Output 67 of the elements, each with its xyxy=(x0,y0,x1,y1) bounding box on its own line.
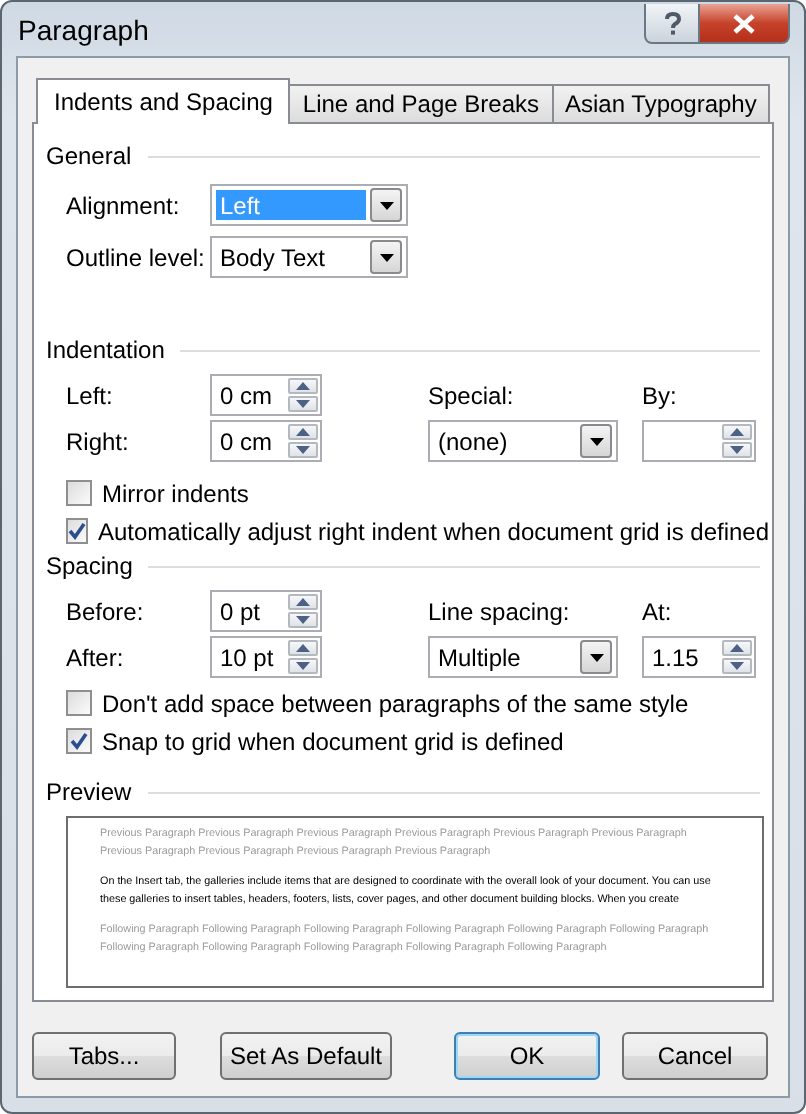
down-arrow-icon xyxy=(730,446,744,454)
down-arrow-icon xyxy=(296,446,310,454)
field-label: Before: xyxy=(66,597,146,625)
dialog-button[interactable]: OK xyxy=(454,1032,600,1080)
spin-up-button[interactable] xyxy=(288,640,318,656)
down-arrow-icon xyxy=(296,400,310,408)
window-title: Paragraph xyxy=(16,13,149,45)
tab[interactable]: Asian Typography xyxy=(551,84,771,122)
spin-field[interactable]: 0 cm xyxy=(210,420,322,462)
up-arrow-icon xyxy=(296,598,310,606)
up-arrow-icon xyxy=(730,428,744,436)
spin-down-button[interactable] xyxy=(722,442,752,458)
field-label: By: xyxy=(642,381,679,409)
checkbox[interactable] xyxy=(66,480,92,506)
close-icon xyxy=(732,13,756,33)
spin-up-button[interactable] xyxy=(288,378,318,394)
spin-field[interactable]: 10 pt xyxy=(210,636,322,678)
section-heading: Spacing xyxy=(46,552,133,580)
up-arrow-icon xyxy=(730,644,744,652)
spin-down-button[interactable] xyxy=(722,658,752,674)
dropdown-field[interactable]: (none) xyxy=(428,420,618,462)
spin-up-button[interactable] xyxy=(288,594,318,610)
help-icon xyxy=(663,11,681,35)
spin-down-button[interactable] xyxy=(288,442,318,458)
spin-up-button[interactable] xyxy=(722,424,752,440)
checkbox-label[interactable]: Automatically adjust right indent when document grid is defined xyxy=(98,517,770,545)
field-label: Left: xyxy=(66,381,115,409)
field-label: Alignment: xyxy=(66,191,182,219)
tab[interactable]: Indents and Spacing xyxy=(36,78,291,124)
checkbox[interactable] xyxy=(66,518,88,544)
spin-up-button[interactable] xyxy=(288,424,318,440)
field-label: Special: xyxy=(428,381,516,409)
checkbox-label[interactable]: Mirror indents xyxy=(102,479,249,507)
checkbox[interactable] xyxy=(66,690,92,716)
field-label: After: xyxy=(66,643,126,671)
dialog-button[interactable]: Cancel xyxy=(622,1032,768,1080)
checkbox[interactable] xyxy=(66,728,92,754)
field-label: Right: xyxy=(66,427,131,455)
down-arrow-icon xyxy=(296,662,310,670)
dropdown-field[interactable]: Body Text xyxy=(210,236,408,278)
dropdown-field[interactable]: Multiple xyxy=(428,636,618,678)
section-heading: General xyxy=(46,142,132,170)
spin-field[interactable] xyxy=(642,420,756,462)
spin-up-button[interactable] xyxy=(722,640,752,656)
dialog-button[interactable]: Set As Default xyxy=(220,1032,392,1080)
up-arrow-icon xyxy=(296,382,310,390)
spin-down-button[interactable] xyxy=(288,612,318,628)
dialog-button[interactable]: Tabs... xyxy=(32,1032,176,1080)
up-arrow-icon xyxy=(296,644,310,652)
spin-field[interactable]: 0 cm xyxy=(210,374,322,416)
down-arrow-icon xyxy=(730,662,744,670)
section-heading: Indentation xyxy=(46,336,165,364)
spin-field[interactable]: 0 pt xyxy=(210,590,322,632)
checkbox-label[interactable]: Snap to grid when document grid is defined xyxy=(102,727,564,755)
checkbox-label[interactable]: Don't add space between paragraphs of the same style xyxy=(102,689,689,717)
section-heading: Preview xyxy=(46,778,132,806)
spin-down-button[interactable] xyxy=(288,658,318,674)
down-arrow-icon xyxy=(296,616,310,624)
close-button[interactable] xyxy=(700,4,790,44)
spin-down-button[interactable] xyxy=(288,396,318,412)
tab[interactable]: Line and Page Breaks xyxy=(288,84,554,122)
spin-field[interactable]: 1.15 xyxy=(642,636,756,678)
field-label: At: xyxy=(642,597,674,625)
field-label: Line spacing: xyxy=(428,597,572,625)
field-label: Outline level: xyxy=(66,243,207,271)
help-button[interactable] xyxy=(644,4,700,44)
up-arrow-icon xyxy=(296,428,310,436)
